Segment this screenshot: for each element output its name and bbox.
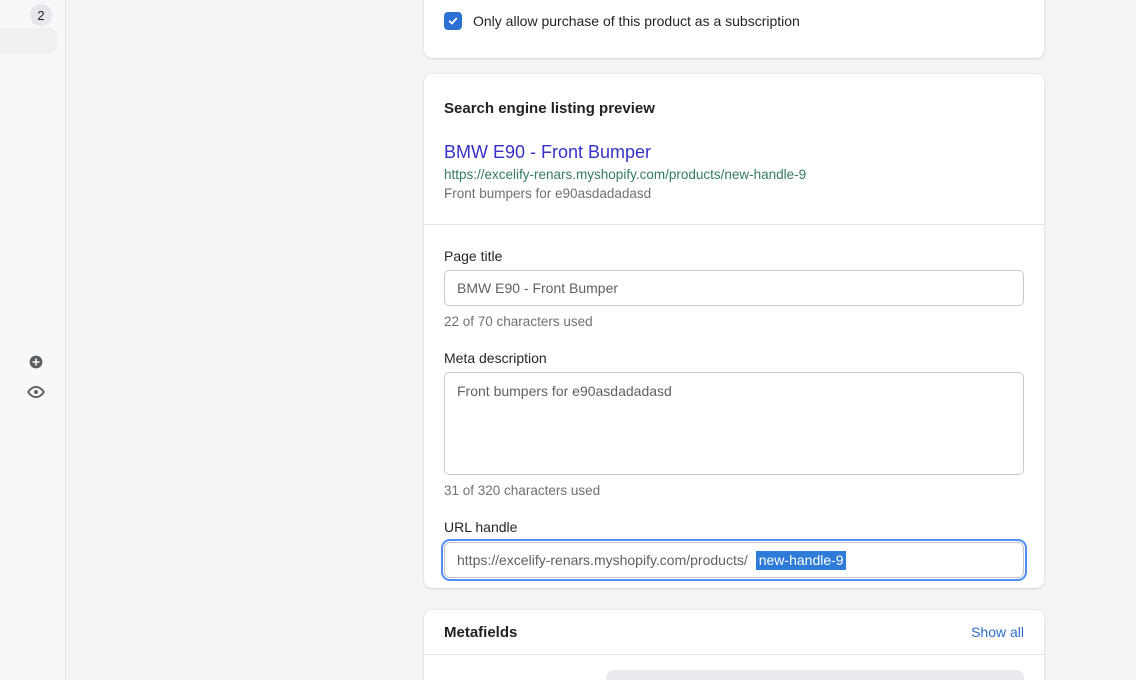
metafield-value-skeleton[interactable] [606, 670, 1024, 680]
notification-count-badge: 2 [30, 4, 52, 26]
seo-preview-page-title: BMW E90 - Front Bumper [444, 142, 1024, 163]
checkbox-checked-icon[interactable] [444, 12, 462, 30]
left-rail: 2 [0, 0, 66, 680]
show-all-link[interactable]: Show all [971, 624, 1024, 640]
nav-item-skeleton [0, 28, 57, 54]
metafields-card: Metafields Show all [424, 610, 1044, 680]
metafields-body [424, 655, 1044, 680]
subscription-checkbox-label: Only allow purchase of this product as a… [473, 13, 800, 29]
meta-description-helper: 31 of 320 characters used [444, 483, 1024, 498]
seo-card-divider [424, 224, 1044, 225]
page-title-input[interactable] [444, 270, 1024, 306]
subscription-checkbox-row[interactable]: Only allow purchase of this product as a… [444, 12, 800, 30]
seo-card: Search engine listing preview BMW E90 - … [424, 74, 1044, 588]
subscription-card: Only allow purchase of this product as a… [424, 0, 1044, 58]
page-title-label: Page title [444, 248, 1024, 264]
url-handle-input[interactable]: https://excelify-renars.myshopify.com/pr… [444, 542, 1024, 578]
plus-circle-icon[interactable] [28, 354, 44, 370]
url-handle-label: URL handle [444, 519, 1024, 535]
seo-preview-url: https://excelify-renars.myshopify.com/pr… [444, 167, 1024, 183]
seo-preview: BMW E90 - Front Bumper https://excelify-… [444, 142, 1024, 202]
meta-description-textarea[interactable]: Front bumpers for e90asdadadasd [444, 372, 1024, 475]
badge-count: 2 [37, 8, 44, 23]
page-title-helper: 22 of 70 characters used [444, 314, 1024, 329]
meta-description-label: Meta description [444, 350, 1024, 366]
url-handle-prefix: https://excelify-renars.myshopify.com/pr… [457, 552, 748, 568]
seo-card-title: Search engine listing preview [444, 100, 1024, 117]
seo-preview-description: Front bumpers for e90asdadadasd [444, 186, 1024, 202]
url-handle-selected-text: new-handle-9 [756, 551, 846, 570]
metafields-header: Metafields Show all [424, 610, 1044, 655]
eye-icon[interactable] [26, 383, 46, 401]
metafields-card-title: Metafields [444, 624, 517, 641]
